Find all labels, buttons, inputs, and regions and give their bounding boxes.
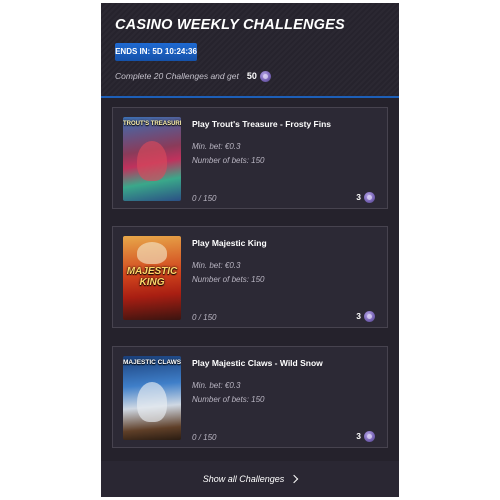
challenge-title: Play Majestic King <box>192 238 267 248</box>
completion-reward-text: Complete 20 Challenges and get <box>115 71 239 81</box>
thumbnail-label: MAJESTIC KING <box>126 266 178 288</box>
completion-reward-row: Complete 20 Challenges and get 50 <box>115 69 271 83</box>
challenge-reward-value: 3 <box>356 431 361 441</box>
challenge-title: Play Trout's Treasure - Frosty Fins <box>192 119 332 129</box>
challenge-card-trouts-treasure[interactable]: TROUT'S TREASURE FROSTY FINS Play Trout'… <box>112 107 388 209</box>
challenge-reward-value: 3 <box>356 192 361 202</box>
show-all-challenges-label: Show all Challenges <box>202 474 285 484</box>
chevron-right-icon <box>290 474 299 484</box>
challenge-min-bet: Min. bet: €0.3 <box>192 381 241 390</box>
challenges-footer: Show all Challenges <box>101 461 399 497</box>
purple-coin-icon <box>364 191 375 203</box>
challenge-min-bet: Min. bet: €0.3 <box>192 261 241 270</box>
purple-coin-icon <box>259 70 271 82</box>
purple-coin-icon <box>364 430 375 442</box>
game-thumbnail-majestic-king[interactable]: MAJESTIC KING <box>123 236 181 320</box>
purple-coin-icon <box>364 310 375 322</box>
challenge-title: Play Majestic Claws - Wild Snow <box>192 358 323 368</box>
challenge-reward: 3 <box>356 191 375 203</box>
game-art-fisherman <box>137 141 167 181</box>
page-title: CASINO WEEKLY CHALLENGES <box>115 17 345 33</box>
show-all-challenges-link[interactable]: Show all Challenges <box>202 474 299 484</box>
weekly-challenges-panel: CASINO WEEKLY CHALLENGES ENDS IN: 5D 10:… <box>101 3 399 497</box>
completion-reward-points: 50 <box>246 71 257 81</box>
header-divider <box>101 96 399 98</box>
challenge-progress: 0 / 150 <box>192 433 217 442</box>
challenges-header: CASINO WEEKLY CHALLENGES ENDS IN: 5D 10:… <box>101 3 399 96</box>
challenge-number-of-bets: Number of bets: 150 <box>192 275 265 284</box>
challenge-number-of-bets: Number of bets: 150 <box>192 156 265 165</box>
game-art-white-tiger <box>137 382 167 422</box>
game-thumbnail-trouts-treasure[interactable]: TROUT'S TREASURE FROSTY FINS <box>123 117 181 201</box>
thumbnail-label: MAJESTIC CLAWS WILD SNOW <box>123 359 181 366</box>
challenge-progress: 0 / 150 <box>192 194 217 203</box>
thumbnail-label: TROUT'S TREASURE FROSTY FINS <box>123 121 181 127</box>
challenge-progress: 0 / 150 <box>192 313 217 322</box>
ends-in-badge: ENDS IN: 5D 10:24:36 <box>115 43 197 61</box>
challenge-min-bet: Min. bet: €0.3 <box>192 142 241 151</box>
game-art-lion <box>137 242 167 264</box>
game-thumbnail-majestic-claws[interactable]: MAJESTIC CLAWS WILD SNOW <box>123 356 181 440</box>
challenge-reward: 3 <box>356 310 375 322</box>
challenge-number-of-bets: Number of bets: 150 <box>192 395 265 404</box>
challenge-card-majestic-king[interactable]: MAJESTIC KING Play Majestic King Min. be… <box>112 226 388 328</box>
challenge-reward: 3 <box>356 430 375 442</box>
challenge-card-majestic-claws[interactable]: MAJESTIC CLAWS WILD SNOW Play Majestic C… <box>112 346 388 448</box>
challenge-reward-value: 3 <box>356 311 361 321</box>
